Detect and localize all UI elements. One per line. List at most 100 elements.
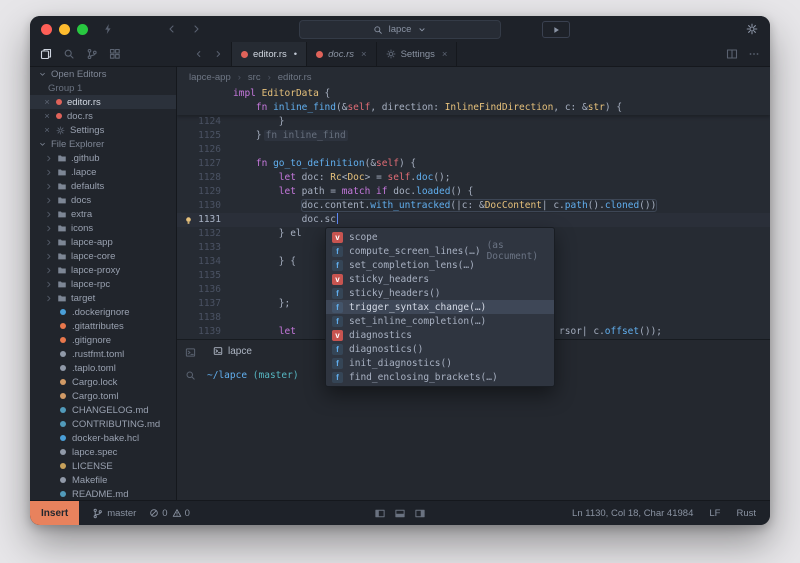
line-ending-indicator[interactable]: LF xyxy=(709,508,720,519)
open-editor-editor-rs[interactable]: × editor.rs xyxy=(30,95,176,109)
branch-indicator[interactable]: master xyxy=(92,508,136,519)
code-line[interactable]: 1131 doc.sc xyxy=(177,213,770,227)
folder-lapce[interactable]: .lapce xyxy=(30,165,176,179)
tab-doc-rs[interactable]: doc.rs × xyxy=(307,42,377,66)
cursor-position[interactable]: Ln 1130, Col 18, Char 41984 xyxy=(572,508,693,519)
line-number: 1136 xyxy=(198,284,221,295)
file-lapce-spec[interactable]: lapce.spec xyxy=(30,445,176,459)
folder-docs[interactable]: docs xyxy=(30,193,176,207)
code-line[interactable]: 1126 xyxy=(177,143,770,157)
folder-target[interactable]: target xyxy=(30,291,176,305)
folder-lapce-app[interactable]: lapce-app xyxy=(30,235,176,249)
toggle-right-panel-icon[interactable] xyxy=(415,508,426,519)
folder-name: lapce-app xyxy=(71,236,113,248)
nav-forward-icon[interactable] xyxy=(190,23,202,35)
nav-back-icon[interactable] xyxy=(166,23,178,35)
code-line[interactable]: 1125 } fn inline_find xyxy=(177,129,770,143)
completion-item-sticky-headers[interactable]: f sticky_headers() xyxy=(326,286,554,300)
file-gitattributes[interactable]: .gitattributes xyxy=(30,319,176,333)
open-editors-header[interactable]: Open Editors xyxy=(30,67,176,81)
play-icon xyxy=(551,25,561,35)
completion-item-diagnostics[interactable]: v diagnostics xyxy=(326,328,554,342)
completion-item-diagnostics[interactable]: f diagnostics() xyxy=(326,342,554,356)
sticky-line[interactable]: fn inline_find(&self, direction: InlineF… xyxy=(177,101,770,115)
open-editor-doc-rs[interactable]: × doc.rs xyxy=(30,109,176,123)
extensions-icon[interactable] xyxy=(109,48,121,60)
zoom-window-button[interactable] xyxy=(77,23,88,35)
tabs-scroll-right-icon[interactable] xyxy=(213,49,223,59)
gear-icon xyxy=(56,125,65,135)
folder-defaults[interactable]: defaults xyxy=(30,179,176,193)
breadcrumb-item[interactable]: src xyxy=(248,72,261,83)
file-gitignore[interactable]: .gitignore xyxy=(30,333,176,347)
sticky-line[interactable]: impl EditorData { xyxy=(177,87,770,101)
terminal-tab[interactable]: lapce xyxy=(203,340,262,362)
language-indicator[interactable]: Rust xyxy=(736,508,756,519)
minimize-window-button[interactable] xyxy=(59,23,70,35)
folder-lapce-proxy[interactable]: lapce-proxy xyxy=(30,263,176,277)
code-line[interactable]: 1129 let path = match if doc.loaded() { xyxy=(177,185,770,199)
modified-dot[interactable]: • xyxy=(294,49,297,60)
code-line[interactable]: 1124 } xyxy=(177,115,770,129)
code-line[interactable]: 1128 let doc: Rc<Doc> = self.doc(); xyxy=(177,171,770,185)
file-explorer-header[interactable]: File Explorer xyxy=(30,137,176,151)
code-action-lightbulb-icon[interactable] xyxy=(184,216,193,225)
window-tool-icon[interactable] xyxy=(102,23,114,35)
file-makefile[interactable]: Makefile xyxy=(30,473,176,487)
source-control-icon[interactable] xyxy=(86,48,98,60)
folder-lapce-core[interactable]: lapce-core xyxy=(30,249,176,263)
file-readme-md[interactable]: README.md xyxy=(30,487,176,500)
file-cargo-toml[interactable]: Cargo.toml xyxy=(30,389,176,403)
code-line[interactable]: 1127 fn go_to_definition(&self) { xyxy=(177,157,770,171)
search-icon[interactable] xyxy=(63,48,75,60)
tab-editor-rs[interactable]: editor.rs • xyxy=(231,42,308,66)
file-type-icon xyxy=(60,463,66,469)
toggle-left-panel-icon[interactable] xyxy=(375,508,386,519)
file-dockerignore[interactable]: .dockerignore xyxy=(30,305,176,319)
close-tab-icon[interactable]: × xyxy=(442,49,448,60)
file-changelog-md[interactable]: CHANGELOG.md xyxy=(30,403,176,417)
terminal-panel-icon[interactable] xyxy=(185,347,196,358)
more-actions-icon[interactable] xyxy=(748,48,760,60)
close-tab-icon[interactable]: × xyxy=(361,49,367,60)
breadcrumb-item[interactable]: editor.rs xyxy=(278,72,312,83)
problems-indicator[interactable]: 0 0 xyxy=(149,508,190,519)
folder-github[interactable]: .github xyxy=(30,151,176,165)
tab-settings[interactable]: Settings × xyxy=(376,42,458,66)
file-contributing-md[interactable]: CONTRIBUTING.md xyxy=(30,417,176,431)
search-panel-icon[interactable] xyxy=(185,370,196,381)
folder-lapce-rpc[interactable]: lapce-rpc xyxy=(30,277,176,291)
completion-item-find-enclosing-brackets[interactable]: f find_enclosing_brackets(…) xyxy=(326,370,554,384)
completion-item-init-diagnostics[interactable]: f init_diagnostics() xyxy=(326,356,554,370)
close-icon[interactable]: × xyxy=(43,97,51,108)
file-taplo-toml[interactable]: .taplo.toml xyxy=(30,361,176,375)
close-icon[interactable]: × xyxy=(43,111,51,122)
mode-indicator[interactable]: Insert xyxy=(30,501,80,525)
completion-item-sticky-headers[interactable]: v sticky_headers xyxy=(326,272,554,286)
completion-item-set-inline-completion[interactable]: f set_inline_completion(…) xyxy=(326,314,554,328)
folder-extra[interactable]: extra xyxy=(30,207,176,221)
split-editor-icon[interactable] xyxy=(726,48,738,60)
settings-gear-icon[interactable] xyxy=(746,23,758,35)
run-button[interactable] xyxy=(542,21,570,38)
close-window-button[interactable] xyxy=(41,23,52,35)
tabs-scroll-left-icon[interactable] xyxy=(194,49,204,59)
files-icon[interactable] xyxy=(40,48,52,60)
open-editor-settings[interactable]: × Settings xyxy=(30,123,176,137)
close-icon[interactable]: × xyxy=(43,125,51,136)
completion-item-trigger-syntax-change[interactable]: f trigger_syntax_change(…) xyxy=(326,300,554,314)
file-cargo-lock[interactable]: Cargo.lock xyxy=(30,375,176,389)
breadcrumb-item[interactable]: lapce-app xyxy=(189,72,231,83)
folder-icons[interactable]: icons xyxy=(30,221,176,235)
workspace-search[interactable]: lapce xyxy=(299,20,501,39)
file-license[interactable]: LICENSE xyxy=(30,459,176,473)
toggle-bottom-panel-icon[interactable] xyxy=(395,508,406,519)
completion-item-compute-screen-lines[interactable]: f compute_screen_lines(…) (as Document) xyxy=(326,240,554,262)
folder-name: lapce-rpc xyxy=(71,278,111,290)
file-name: Cargo.toml xyxy=(72,390,119,402)
file-docker-bake-hcl[interactable]: docker-bake.hcl xyxy=(30,431,176,445)
status-bar: Insert master 0 0 Ln 1130, Col 18, Char … xyxy=(30,500,770,525)
file-rustfmt-toml[interactable]: .rustfmt.toml xyxy=(30,347,176,361)
code-text: doc.sc xyxy=(221,213,339,227)
code-line[interactable]: 1130 doc.content.with_untracked(|c: &Doc… xyxy=(177,199,770,213)
